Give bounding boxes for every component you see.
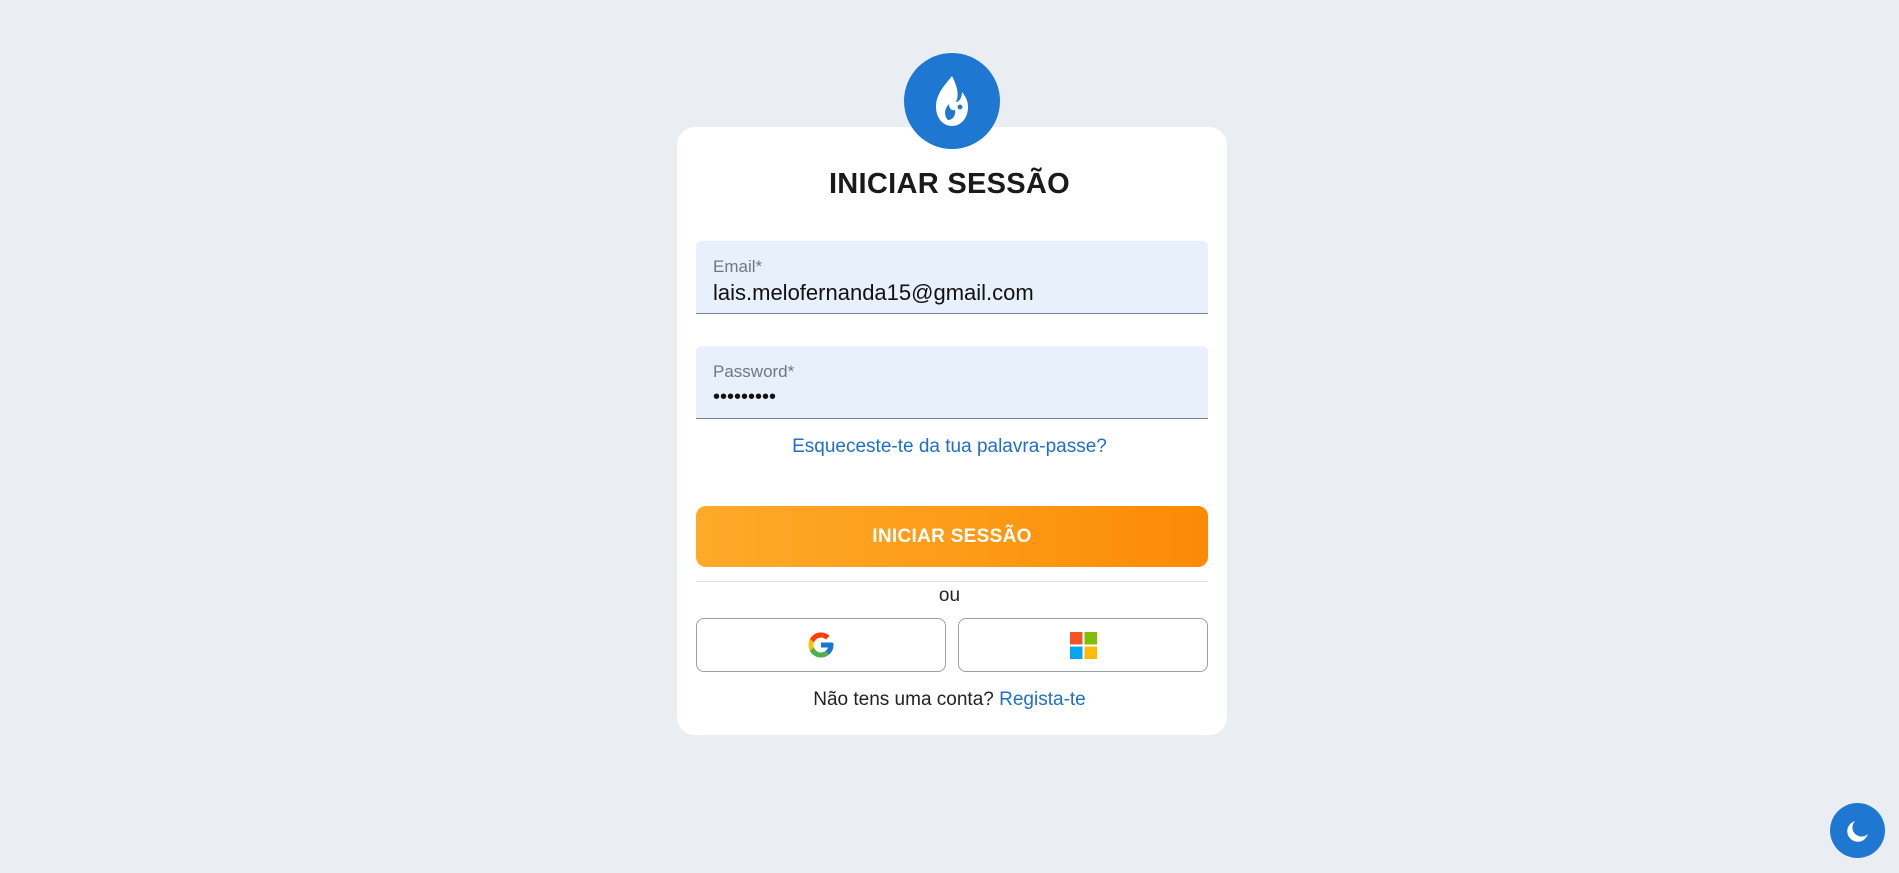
theme-toggle-button[interactable] [1830,803,1885,858]
signup-link[interactable]: Regista-te [999,689,1086,710]
divider-text: ou [938,585,961,606]
email-field[interactable]: Email* lais.melofernanda15@gmail.com [696,241,1208,314]
app-logo [904,53,1000,149]
login-button[interactable]: INICIAR SESSÃO [696,506,1208,567]
email-value[interactable]: lais.melofernanda15@gmail.com [713,280,1191,306]
microsoft-login-button[interactable] [958,618,1208,672]
page-title: INICIAR SESSÃO [828,168,1071,200]
login-page: INICIAR SESSÃO Email* lais.melofernanda1… [0,0,1899,873]
moon-icon [1846,820,1868,842]
forgot-password-link[interactable]: Esqueceste-te da tua palavra-passe? [0,436,1899,458]
flame-drop-icon [936,76,968,126]
signup-prompt: Não tens uma conta? Regista-te [0,689,1899,711]
email-label: Email* [713,257,763,276]
microsoft-icon [1069,631,1097,659]
google-login-button[interactable] [696,618,946,672]
signup-prompt-text: Não tens uma conta? [813,689,994,710]
divider-line [696,581,1208,582]
google-icon [808,632,834,658]
password-value[interactable]: ••••••••• [713,384,1191,410]
password-label: Password* [713,362,795,381]
password-field[interactable]: Password* ••••••••• [696,346,1208,419]
